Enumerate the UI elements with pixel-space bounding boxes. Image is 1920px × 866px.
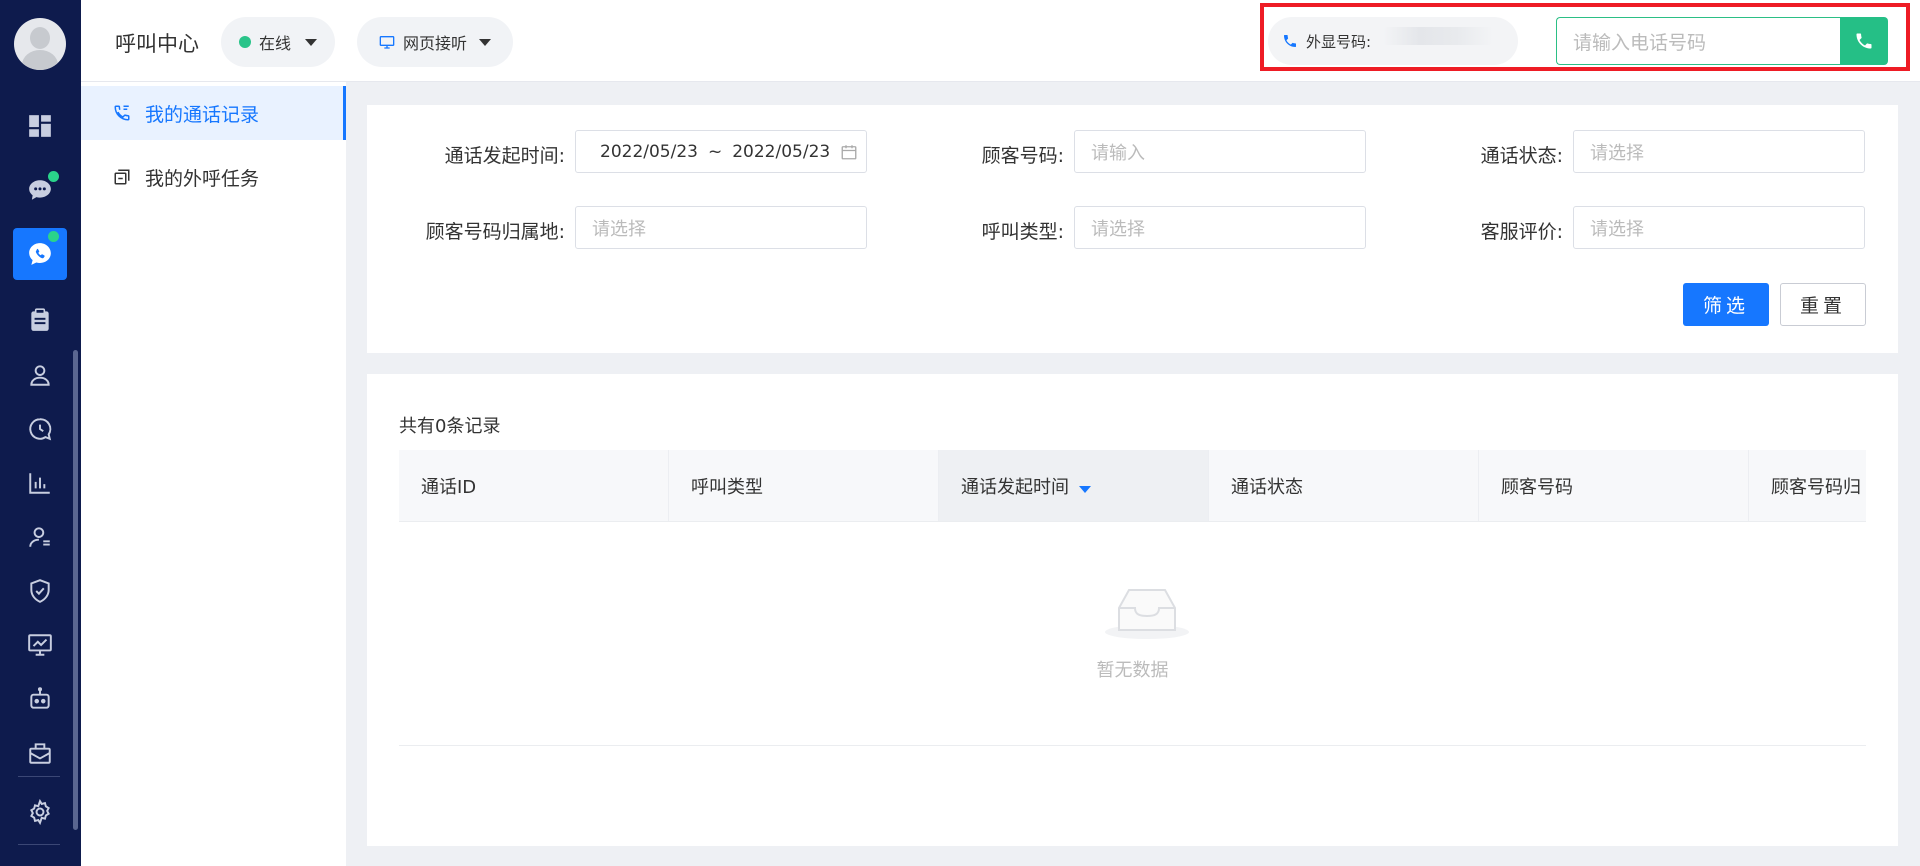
call-status-label: 通话状态:: [1480, 145, 1563, 167]
shield-icon[interactable]: [13, 569, 67, 613]
clipboard-icon[interactable]: [13, 298, 67, 342]
history-chat-icon[interactable]: [13, 407, 67, 451]
calendar-icon: [841, 144, 857, 159]
column-header-call-type[interactable]: 呼叫类型: [669, 450, 939, 521]
chat-badge: [48, 171, 59, 182]
record-count: 共有0条记录: [399, 416, 501, 437]
records-panel: 共有0条记录 通话ID 呼叫类型 通话发起时间 通话状态 顾客号码 顾客号码归 …: [367, 374, 1898, 846]
phone-record-icon: [114, 105, 130, 121]
status-label: 在线: [259, 34, 292, 53]
mail-box-icon[interactable]: [13, 731, 67, 775]
column-header-region[interactable]: 顾客号码归: [1749, 450, 1866, 521]
customer-number-label: 顾客号码:: [981, 145, 1064, 167]
monitor-icon[interactable]: [13, 623, 67, 667]
avatar[interactable]: [14, 18, 66, 70]
answer-mode-label: 网页接听: [403, 34, 468, 53]
region-label: 顾客号码归属地:: [425, 221, 565, 243]
customer-number-input[interactable]: 请输入: [1074, 130, 1366, 173]
table-header: 通话ID 呼叫类型 通话发起时间 通话状态 顾客号码 顾客号码归: [399, 450, 1866, 522]
page-title: 呼叫中心: [115, 32, 199, 56]
date-start: 2022/05/23: [600, 141, 698, 162]
rail-divider: [18, 776, 60, 777]
call-time-label: 通话发起时间:: [444, 145, 565, 167]
column-header-call-id[interactable]: 通话ID: [399, 450, 669, 521]
chevron-down-icon: [479, 38, 492, 46]
empty-state: 暂无数据: [399, 522, 1866, 746]
date-separator: ~: [707, 141, 723, 162]
nav-item-label: 我的外呼任务: [145, 167, 260, 190]
agent-icon[interactable]: [13, 515, 67, 559]
region-select[interactable]: 请选择: [575, 206, 867, 249]
user-icon[interactable]: [13, 353, 67, 397]
column-header-call-time[interactable]: 通话发起时间: [939, 450, 1209, 521]
filter-panel: 通话发起时间: 2022/05/23 ~ 2022/05/23 顾客号码: 请输…: [367, 105, 1898, 353]
highlight-box: [1260, 3, 1910, 71]
sort-desc-icon[interactable]: [1079, 485, 1091, 493]
gear-icon[interactable]: [13, 790, 67, 834]
call-badge: [48, 231, 59, 242]
dashboard-icon[interactable]: [13, 104, 67, 148]
bar-chart-icon[interactable]: [13, 461, 67, 505]
answer-mode-dropdown[interactable]: 网页接听: [357, 17, 514, 67]
call-center-icon[interactable]: [13, 228, 67, 280]
online-status-dot: [239, 36, 251, 48]
robot-icon[interactable]: [13, 677, 67, 721]
nav-item-outbound-tasks[interactable]: 我的外呼任务: [81, 150, 346, 204]
nav-item-call-records[interactable]: 我的通话记录: [81, 86, 346, 140]
call-type-label: 呼叫类型:: [981, 221, 1064, 243]
chevron-down-icon: [305, 38, 318, 46]
call-type-select[interactable]: 请选择: [1074, 206, 1366, 249]
column-header-customer-number[interactable]: 顾客号码: [1479, 450, 1749, 521]
desktop-icon: [379, 36, 395, 49]
icon-rail: [0, 0, 81, 866]
call-status-select[interactable]: 请选择: [1573, 130, 1865, 173]
rail-scrollbar[interactable]: [73, 350, 78, 830]
nav-item-label: 我的通话记录: [145, 103, 260, 126]
empty-text: 暂无数据: [1096, 660, 1169, 681]
date-range-picker[interactable]: 2022/05/23 ~ 2022/05/23: [575, 130, 867, 173]
date-end: 2022/05/23: [732, 141, 831, 162]
filter-button[interactable]: 筛选: [1683, 283, 1769, 326]
rating-label: 客服评价:: [1480, 221, 1563, 243]
chat-icon[interactable]: [13, 168, 67, 212]
rail-divider-bottom: [18, 844, 60, 845]
column-header-call-status[interactable]: 通话状态: [1209, 450, 1479, 521]
empty-inbox-icon: [1105, 589, 1189, 639]
rating-select[interactable]: 请选择: [1573, 206, 1865, 249]
status-dropdown[interactable]: 在线: [221, 17, 336, 67]
reset-button[interactable]: 重置: [1780, 283, 1866, 326]
task-copy-icon: [114, 169, 130, 185]
secondary-nav: 我的通话记录 我的外呼任务: [81, 82, 346, 866]
